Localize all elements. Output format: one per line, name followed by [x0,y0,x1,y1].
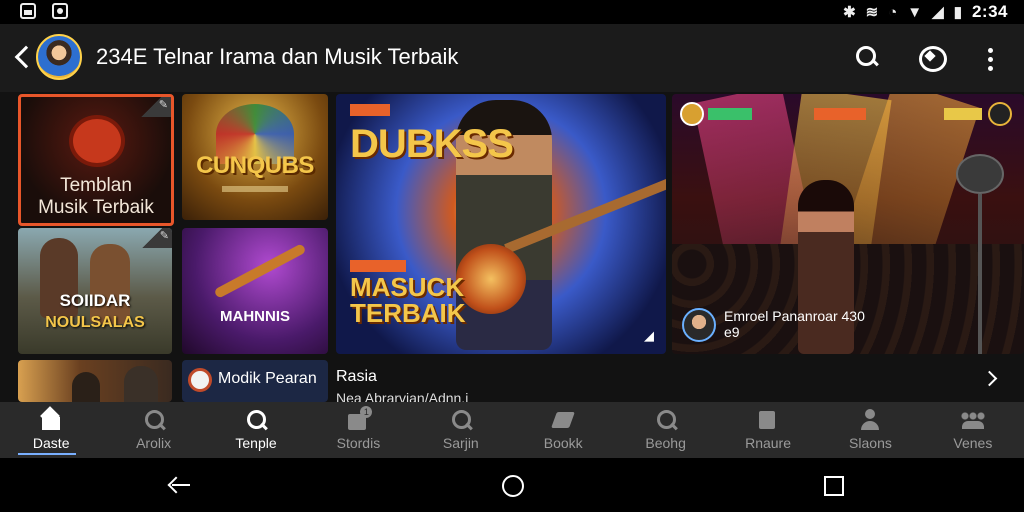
more-options-icon[interactable] [986,46,994,74]
nav-label: Tenple [235,435,277,451]
chat-icon[interactable] [917,44,947,72]
corner-icon: ◢ [644,328,654,343]
system-navigation-bar [0,458,1024,512]
video-caption: Emroel Pananroar 430 e9 [724,308,865,340]
album-tile-3-title: SOIIDAR NOULSALAS [45,291,145,331]
signal-icon: ◢ [932,4,944,21]
microphone-artwork [956,154,1004,194]
featured-subtitle: MASUCK TERBAIK [350,272,466,328]
playlist-icon [188,368,212,392]
nav-item-beohg[interactable]: Beohg [614,402,716,458]
tag-label [708,108,752,120]
system-recents-icon[interactable] [824,476,844,496]
nav-label: Stordis [336,435,381,451]
tag-label [944,108,982,120]
album-tile-5[interactable] [18,360,172,402]
gallery-icon [20,3,36,19]
album-tile-3[interactable]: SOIIDAR NOULSALAS [18,228,172,354]
guitar-artwork [213,243,307,299]
search-icon [244,408,268,432]
nav-label: Venes [953,435,993,451]
sponsor-logo-icon [988,102,1012,126]
nav-label: Beohg [645,435,686,451]
app-bar: 234E Telnar Irama dan Musik Terbaik [0,24,1024,92]
notification-icon [52,3,68,19]
uploader-avatar[interactable] [682,308,716,342]
studio-icon [346,406,373,432]
concert-video-tile[interactable]: Emroel Pananroar 430 e9 [672,94,1024,354]
wifi-icon: ▼ [907,3,923,21]
nav-item-arolix[interactable]: Arolix [102,402,204,458]
decorative-bar [222,186,288,192]
search-icon [654,408,678,432]
bottom-navigation: Daste Arolix Tenple Stordis Sarjin Bookk… [0,402,1024,458]
artwork-person [124,366,158,402]
status-time: 2:34 [971,2,1008,21]
edit-badge-icon [141,97,171,117]
person-icon [858,408,882,432]
list-item-subtitle: Nea Abrarvian/Adnn.i [336,390,469,402]
mask-artwork [73,119,121,163]
tag-label [350,260,406,272]
album-tile-2[interactable]: CUNQUBS [182,94,328,220]
system-back-icon[interactable] [168,475,192,495]
album-tile-4-title: MAHNNIS [220,308,290,325]
list-item[interactable]: Modik Pearan Rasia Nea Abrarvian/Adnn.i [182,360,1024,402]
album-tile-1[interactable]: Temblan Musik Terbaik [18,94,174,226]
nav-label: Daste [32,435,70,451]
featured-video-tile[interactable]: DUBKSS MASUCK TERBAIK ◢ [336,94,666,354]
nav-item-sarjin[interactable]: Sarjin [410,402,512,458]
playlist-chip-label: Modik Pearan [218,370,317,387]
system-home-icon[interactable] [502,475,524,497]
artwork-person [72,372,100,402]
group-icon [960,408,985,432]
featured-title: DUBKSS [350,122,514,166]
channel-avatar[interactable] [36,34,82,80]
nav-label: Arolix [136,435,172,451]
nav-item-rnaure[interactable]: Rnaure [717,402,819,458]
vibrate-icon: ≋ [865,4,879,21]
screen: ✱ ≋ ◔ ▼ ◢ ▮ 2:34 234E Telnar Irama dan M… [0,0,1024,512]
content-grid: Temblan Musik Terbaik CUNQUBS SOIIDAR NO… [0,92,1024,402]
book-icon [551,408,575,432]
list-item-title: Rasia [336,368,377,385]
back-arrow-icon[interactable] [12,42,34,72]
edit-badge-icon [142,228,172,248]
feature-icon [756,408,780,432]
search-icon [142,408,166,432]
album-tile-4[interactable]: MAHNNIS [182,228,328,354]
channel-logo-icon [680,102,704,126]
nav-item-bookk[interactable]: Bookk [512,402,614,458]
battery-icon: ▮ [953,4,962,21]
playlist-chip[interactable]: Modik Pearan [182,360,328,402]
nav-item-stordis[interactable]: Stordis [307,402,409,458]
tag-label [350,104,390,116]
status-bar: ✱ ≋ ◔ ▼ ◢ ▮ 2:34 [0,0,1024,24]
bluetooth-icon: ✱ [843,4,856,21]
alarm-icon: ◔ [888,3,898,21]
nav-item-venes[interactable]: Venes [922,402,1024,458]
home-icon [39,408,63,432]
nav-label: Bookk [543,435,583,451]
page-title: 234E Telnar Irama dan Musik Terbaik [96,44,459,69]
mic-stand-artwork [978,194,982,354]
nav-label: Rnaure [745,435,791,451]
search-icon [449,408,473,432]
chevron-right-icon[interactable] [984,371,998,385]
guitar-body-artwork [456,244,526,314]
nav-item-daste[interactable]: Daste [0,402,102,458]
album-tile-1-title: Temblan Musik Terbaik [38,175,154,218]
tag-label [814,108,866,120]
nav-label: Sarjin [442,435,479,451]
nav-item-slaons[interactable]: Slaons [819,402,921,458]
nav-label: Slaons [849,435,892,451]
nav-item-tenple[interactable]: Tenple [205,402,307,458]
album-tile-2-title: CUNQUBS [196,152,314,179]
search-icon[interactable] [853,44,881,72]
